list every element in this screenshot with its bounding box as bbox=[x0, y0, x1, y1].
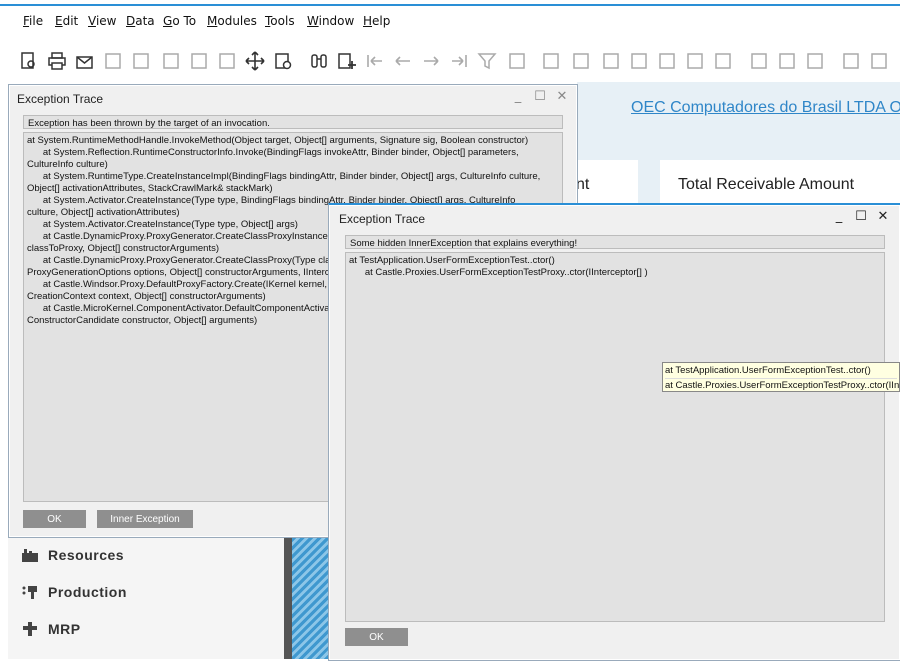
dialog-title: Exception Trace bbox=[339, 212, 426, 226]
layout-icon[interactable] bbox=[600, 50, 622, 72]
hatched-background bbox=[292, 538, 332, 659]
close-icon[interactable]: ✕ bbox=[876, 209, 890, 224]
add-icon[interactable] bbox=[336, 50, 358, 72]
sort-icon[interactable] bbox=[506, 50, 528, 72]
exception-trace-dialog-inner: Exception Trace _ ☐ ✕ Some hidden InnerE… bbox=[328, 203, 900, 661]
total-receivable-label: Total Receivable Amount bbox=[678, 176, 855, 193]
company-link[interactable]: OEC Computadores do Brasil LTDA O bbox=[631, 99, 900, 117]
preview-icon[interactable] bbox=[18, 50, 40, 72]
module-mrp[interactable]: MRP bbox=[20, 617, 81, 641]
maximize-icon[interactable]: ☐ bbox=[854, 209, 868, 224]
trace-line: CultureInfo culture) bbox=[27, 159, 108, 170]
trace-line: at Castle.Proxies.UserFormExceptionTestP… bbox=[349, 267, 648, 278]
menu-help[interactable]: Help bbox=[363, 14, 390, 28]
balance-icon[interactable] bbox=[656, 50, 678, 72]
message-icon[interactable] bbox=[868, 50, 890, 72]
pdf-icon[interactable] bbox=[216, 50, 238, 72]
settings-icon[interactable] bbox=[272, 50, 294, 72]
trace-line: at TestApplication.UserFormExceptionTest… bbox=[349, 255, 555, 266]
ok-button[interactable]: OK bbox=[23, 510, 86, 528]
menu-goto[interactable]: Go To bbox=[163, 14, 196, 28]
menu-window[interactable]: Window bbox=[307, 14, 354, 28]
edit-icon[interactable] bbox=[748, 50, 770, 72]
menu-view[interactable]: View bbox=[88, 14, 116, 28]
email-icon[interactable] bbox=[74, 50, 96, 72]
menu-file[interactable]: File bbox=[23, 14, 43, 28]
approve-icon[interactable] bbox=[840, 50, 862, 72]
window-controls: _ ☐ ✕ bbox=[511, 89, 569, 104]
menu-data[interactable]: Data bbox=[126, 14, 155, 28]
next-record-icon[interactable] bbox=[420, 50, 442, 72]
resources-icon bbox=[20, 545, 40, 565]
menu-modules[interactable]: Modules bbox=[207, 14, 257, 28]
trace-line: at System.Reflection.RuntimeConstructorI… bbox=[27, 147, 519, 158]
minimize-icon[interactable]: _ bbox=[832, 209, 846, 224]
maximize-icon[interactable]: ☐ bbox=[533, 89, 547, 104]
trace-line: at System.RuntimeMethodHandle.InvokeMeth… bbox=[27, 135, 529, 146]
exception-message: Some hidden InnerException that explains… bbox=[345, 235, 885, 249]
mrp-icon bbox=[20, 619, 40, 639]
excel-icon[interactable] bbox=[160, 50, 182, 72]
form-settings-icon[interactable] bbox=[776, 50, 798, 72]
fax-icon[interactable] bbox=[130, 50, 152, 72]
inner-exception-button[interactable]: Inner Exception bbox=[97, 510, 193, 528]
menu-bar: File Edit View Data Go To Modules Tools … bbox=[0, 8, 900, 36]
menu-edit[interactable]: Edit bbox=[55, 14, 78, 28]
exception-message: Exception has been thrown by the target … bbox=[23, 115, 563, 129]
target-document-icon[interactable] bbox=[570, 50, 592, 72]
gross-profit-icon[interactable] bbox=[684, 50, 706, 72]
modules-panel: Resources Production MRP bbox=[8, 538, 284, 659]
minimize-icon[interactable]: _ bbox=[511, 89, 525, 104]
ok-button[interactable]: OK bbox=[345, 628, 408, 646]
document-settings-icon[interactable] bbox=[804, 50, 826, 72]
module-resources[interactable]: Resources bbox=[20, 543, 124, 567]
module-label: MRP bbox=[48, 621, 81, 637]
print-icon[interactable] bbox=[46, 50, 68, 72]
module-label: Resources bbox=[48, 547, 125, 563]
trace-line: Object[] activationAttributes, StackCraw… bbox=[27, 183, 273, 194]
word-icon[interactable] bbox=[188, 50, 210, 72]
menu-tools[interactable]: Tools bbox=[265, 14, 295, 28]
move-icon[interactable] bbox=[244, 50, 266, 72]
toolbar bbox=[0, 44, 900, 80]
window-controls: _ ☐ ✕ bbox=[832, 209, 890, 224]
sms-icon[interactable] bbox=[102, 50, 124, 72]
stack-trace-box[interactable]: at TestApplication.UserFormExceptionTest… bbox=[345, 252, 885, 622]
base-document-icon[interactable] bbox=[540, 50, 562, 72]
tooltip-line: at TestApplication.UserFormExceptionTest… bbox=[665, 364, 897, 379]
close-icon[interactable]: ✕ bbox=[555, 89, 569, 104]
tooltip-line: at Castle.Proxies.UserFormExceptionTestP… bbox=[665, 379, 899, 391]
top-accent-line bbox=[0, 4, 900, 6]
tile-partial-label: nt bbox=[576, 176, 590, 193]
trace-line: at System.RuntimeType.CreateInstanceImpl… bbox=[27, 171, 541, 182]
previous-record-icon[interactable] bbox=[392, 50, 414, 72]
first-record-icon[interactable] bbox=[364, 50, 386, 72]
last-record-icon[interactable] bbox=[448, 50, 470, 72]
module-label: Production bbox=[48, 584, 127, 600]
payment-means-icon[interactable] bbox=[628, 50, 650, 72]
find-icon[interactable] bbox=[308, 50, 330, 72]
query-icon[interactable] bbox=[712, 50, 734, 72]
dialog-title: Exception Trace bbox=[17, 92, 104, 106]
module-production[interactable]: Production bbox=[20, 580, 127, 604]
filter-icon[interactable] bbox=[476, 50, 498, 72]
production-icon bbox=[20, 582, 40, 602]
total-receivable-tile: Total Receivable Amount bbox=[660, 160, 900, 204]
panel-splitter[interactable] bbox=[284, 538, 292, 659]
stack-trace-tooltip: at TestApplication.UserFormExceptionTest… bbox=[662, 362, 900, 392]
